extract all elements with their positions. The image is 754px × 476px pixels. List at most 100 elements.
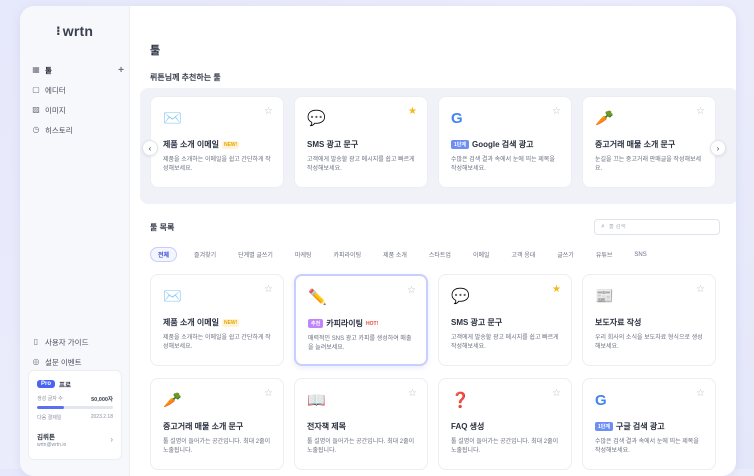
star-icon[interactable]: ☆	[407, 285, 416, 296]
carousel-next-button[interactable]: ›	[710, 140, 726, 156]
sidebar-item-0[interactable]: ▦ 툴 +	[30, 60, 124, 80]
tool-title: SMS 광고 문구	[451, 318, 503, 327]
star-icon[interactable]: ★	[408, 106, 417, 117]
tool-description: 수많은 검색 결과 속에서 눈에 띄는 제목을 작성해보세요.	[451, 157, 555, 172]
plan-name: 프로	[59, 382, 71, 389]
tool-title: 제품 소개 이메일	[163, 140, 219, 149]
usage-bar-fill	[37, 406, 64, 409]
sidebar-item-label: 히스토리	[45, 125, 73, 135]
tool-title: 전자책 제목	[307, 422, 347, 431]
tool-title: 보도자료 작성	[595, 318, 642, 327]
tool-card[interactable]: ❓ ☆ FAQ 생성 툴 설명이 들어가는 공간입니다. 최대 2줄이 노출됩니다.	[438, 378, 572, 470]
recommend-title: 뤼튼님께 추천하는 툴	[150, 73, 221, 82]
plan-badge: Pro	[37, 380, 56, 388]
tool-card[interactable]: 💬 ★ SMS 광고 문구 고객에게 발송할 광고 메시지를 쉽고 빠르게 작성해보세…	[294, 96, 428, 188]
tool-description: 고객에게 발송할 광고 메시지를 쉽고 빠르게 작성해보세요.	[307, 157, 415, 172]
sidebar-item-3[interactable]: ◷ 히스토리	[30, 120, 124, 140]
tool-card[interactable]: 💬 ★ SMS 광고 문구 고객에게 발송할 광고 메시지를 쉽고 빠르게 작성해보세…	[438, 274, 572, 366]
star-icon[interactable]: ☆	[264, 284, 273, 295]
tool-title: 중고거래 매물 소개 문구	[595, 140, 676, 149]
star-icon[interactable]: ★	[552, 284, 561, 295]
tool-title-row: 1단계 구글 검색 광고	[595, 421, 703, 432]
filter-tab[interactable]: SNS	[629, 247, 651, 262]
tool-badge: 추천	[308, 319, 324, 328]
filter-tab[interactable]: 전체	[150, 247, 178, 262]
tool-title-row: 전자책 제목	[307, 421, 415, 432]
tool-tag: NEW!	[221, 140, 240, 149]
filter-tab[interactable]: 유튜브	[591, 247, 618, 262]
image-icon: ▨	[32, 105, 40, 114]
star-icon[interactable]: ☆	[408, 388, 417, 399]
tool-card[interactable]: ✉️ ☆ 제품 소개 이메일 NEW! 제품을 소개하는 이메일을 쉽고 간단하게 작성…	[150, 96, 284, 188]
star-icon[interactable]: ☆	[552, 106, 561, 117]
chevron-right-icon: ›	[716, 143, 720, 153]
tool-search[interactable]: ⌕	[594, 219, 720, 235]
tool-card[interactable]: 🥕 ☆ 중고거래 매물 소개 문구 눈길을 끄는 중고거래 판매글을 작성해보세요.	[582, 96, 716, 188]
star-icon[interactable]: ☆	[696, 284, 705, 295]
sidebar-nav: ▦ 툴 + ▢ 에디터 ▨ 이미지 ◷ 히스토리	[30, 60, 124, 140]
tool-title: Google 검색 광고	[471, 140, 534, 149]
tool-title-row: SMS 광고 문구	[451, 317, 559, 328]
filter-tab[interactable]: 마케팅	[290, 247, 317, 262]
tool-description: 우리 회사의 소식을 보도자료 형식으로 생성해보세요.	[595, 335, 703, 350]
add-icon[interactable]: +	[118, 65, 124, 76]
filter-tab[interactable]: 제품 소개	[378, 247, 412, 262]
filter-tab[interactable]: 스타트업	[424, 247, 456, 262]
filter-tab[interactable]: 카피라이팅	[329, 247, 367, 262]
tool-tag: NEW!	[221, 318, 240, 327]
filter-tab[interactable]: 이메일	[468, 247, 495, 262]
sidebar-item-label: 사용자 가이드	[45, 337, 89, 347]
carousel-prev-button[interactable]: ‹	[142, 140, 158, 156]
sidebar-item-bottom-1[interactable]: ◎ 설문 이벤트	[30, 352, 124, 372]
chevron-left-icon: ‹	[148, 143, 152, 153]
tool-card[interactable]: 🥕 ☆ 중고거래 매물 소개 문구 툴 설명이 들어가는 공간입니다. 최대 2줄이 …	[150, 378, 284, 470]
tool-icon: 💬	[451, 288, 470, 305]
search-input[interactable]	[608, 224, 709, 230]
tool-card[interactable]: 📖 ☆ 전자책 제목 툴 설명이 들어가는 공간입니다. 최대 2줄이 노출됩니다.	[294, 378, 428, 470]
tool-card[interactable]: 📰 ☆ 보도자료 작성우리 회사의 소식을 보도자료 형식으로 생성해보세요.	[582, 274, 716, 366]
tool-title-row: 중고거래 매물 소개 문구	[595, 139, 703, 150]
grid-icon: ▦	[32, 65, 40, 74]
tool-icon: ✉️	[163, 110, 182, 127]
sidebar-item-bottom-0[interactable]: ▯ 사용자 가이드	[30, 332, 124, 352]
tool-title-row: FAQ 생성	[451, 421, 559, 432]
star-icon[interactable]: ☆	[696, 388, 705, 399]
usage-value: 50,000자	[91, 397, 113, 403]
sidebar-item-2[interactable]: ▨ 이미지	[30, 100, 124, 120]
tool-title: FAQ 생성	[451, 422, 485, 431]
tool-icon: 📰	[595, 288, 614, 305]
tool-title-row: 1단계 Google 검색 광고	[451, 139, 559, 150]
filter-tab[interactable]: 고객 응대	[507, 247, 541, 262]
tool-title: 제품 소개 이메일	[163, 318, 219, 327]
filter-tab[interactable]: 단계별 글쓰기	[233, 247, 278, 262]
logo[interactable]: ⁝ wrtn	[56, 23, 93, 39]
sidebar-item-label: 툴	[45, 65, 52, 75]
app-window: ⁝ wrtn ▦ 툴 + ▢ 에디터 ▨ 이미지 ◷ 히스토리 ▯ 사용자 가이드 ◎ 설문 이벤트 …	[20, 6, 736, 476]
tool-icon: ✏️	[308, 289, 327, 306]
tool-card[interactable]: G ☆ 1단계 Google 검색 광고 수많은 검색 결과 속에서 눈에 띄는 제목을…	[438, 96, 572, 188]
filter-tab[interactable]: 즐겨찾기	[189, 247, 221, 262]
star-icon[interactable]: ☆	[552, 388, 561, 399]
tool-badge: 1단계	[451, 140, 469, 149]
main-content: 툴 뤼튼님께 추천하는 툴 ✉️ ☆ 제품 소개 이메일 NEW! 제품을 소개하는 이…	[130, 6, 736, 476]
tool-description: 매력적인 SNS 광고 카피를 생성하여 매출을 늘려보세요.	[308, 336, 412, 351]
tool-description: 눈길을 끄는 중고거래 판매글을 작성해보세요.	[595, 157, 702, 172]
tool-icon: 📖	[307, 392, 326, 409]
filter-tab[interactable]: 글쓰기	[552, 247, 579, 262]
star-icon[interactable]: ☆	[264, 388, 273, 399]
star-icon[interactable]: ☆	[696, 106, 705, 117]
sidebar-item-1[interactable]: ▢ 에디터	[30, 80, 124, 100]
tool-description: 제품을 소개하는 이메일을 쉽고 간단하게 작성해보세요.	[163, 335, 271, 350]
tool-card[interactable]: ✉️ ☆ 제품 소개 이메일 NEW! 제품을 소개하는 이메일을 쉽고 간단하게 작성…	[150, 274, 284, 366]
tool-tag: HOT!	[366, 320, 379, 327]
tool-title-row: 중고거래 매물 소개 문구	[163, 421, 271, 432]
tool-card[interactable]: ✏️ ☆ 추천 카피라이팅 HOT! 매력적인 SNS 광고 카피를 생성하여 매출을 늘…	[294, 274, 428, 366]
tool-icon: 💬	[307, 110, 326, 127]
renew-label: 다음 결제일	[37, 415, 62, 421]
star-icon[interactable]: ☆	[264, 106, 273, 117]
tool-description: 제품을 소개하는 이메일을 쉽고 간단하게 작성해보세요.	[163, 157, 271, 172]
clock-icon: ◷	[32, 125, 40, 134]
user-profile[interactable]: 김뤼튼 wrtn@wrtn.io ›	[37, 431, 113, 448]
tool-card[interactable]: G ☆ 1단계 구글 검색 광고 수많은 검색 결과 속에서 눈에 띄는 제목을 작성해…	[582, 378, 716, 470]
tool-title-row: 추천 카피라이팅 HOT!	[308, 318, 414, 329]
